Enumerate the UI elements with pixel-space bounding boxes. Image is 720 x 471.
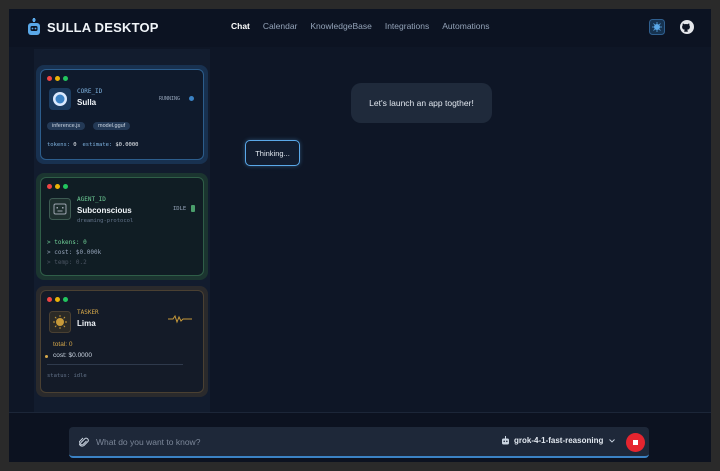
core-status-text: RUNNING [159,96,181,102]
core-id-label: CORE_ID [77,88,103,95]
tasker-id-label: TASKER [77,309,99,316]
nav-item-calendar[interactable]: Calendar [263,21,298,31]
divider [47,364,183,365]
app-title: SULLA DESKTOP [47,19,159,35]
tasker-agent-name: Lima [77,319,96,328]
stat-cost: > cost: $0.000k [47,249,102,256]
tasker-status-line: status: idle [47,373,87,379]
subconscious-status-text: IDLE [173,206,187,212]
chat-input-placeholder[interactable]: What do you want to know? [96,437,200,447]
tag-inference: inference.js [47,122,86,130]
paperclip-icon[interactable] [79,436,89,448]
nav-item-automations[interactable]: Automations [442,21,489,31]
github-icon[interactable] [679,19,695,35]
user-message-bubble: Let's launch an app togther! [351,83,492,123]
model-selector[interactable]: grok-4-1-fast-reasoning [501,436,616,445]
tasker-agent-card: TASKER Lima total: 0 cost: $0.0000 statu… [40,290,204,393]
estimate-value: $0.0000 [115,142,139,148]
estimate-label: estimate: [82,142,113,148]
sun-avatar-icon [49,311,71,333]
activity-wave-icon [168,314,192,324]
agent-id-label: AGENT_ID [77,196,106,203]
stop-button[interactable] [626,433,645,452]
core-agent-panel[interactable]: CORE_ID Sulla RUNNING inference.js model… [36,65,208,164]
tasker-total: total: 0 [53,341,73,348]
core-agent-card: CORE_ID Sulla RUNNING inference.js model… [40,69,204,160]
tag-model: model.gguf [93,122,131,130]
window-dots [47,184,68,189]
tasker-agent-panel[interactable]: TASKER Lima total: 0 cost: $0.0000 statu… [36,286,208,397]
window-dots [47,297,68,302]
main-nav: Chat Calendar KnowledgeBase Integrations… [231,21,490,31]
model-name: grok-4-1-fast-reasoning [514,436,604,445]
subconscious-stats: > tokens: 0 > cost: $0.000k > temp: 0.2 [47,238,101,268]
agent-sidebar: CORE_ID Sulla RUNNING inference.js model… [34,49,210,412]
subconscious-agent-name: Subconscious [77,206,132,215]
stat-temp: > temp: 0.2 [47,259,87,266]
subconscious-agent-panel[interactable]: AGENT_ID Subconscious dreaming-protocol … [36,173,208,280]
bullet-icon [45,355,48,358]
status-indicator-icon [191,205,195,212]
stat-tokens: > tokens: 0 [47,239,87,246]
robot-model-icon [502,436,509,445]
app-window: SULLA DESKTOP Chat Calendar KnowledgeBas… [9,9,711,462]
subconscious-agent-card: AGENT_ID Subconscious dreaming-protocol … [40,177,204,276]
nav-item-knowledgebase[interactable]: KnowledgeBase [310,21,371,31]
app-logo[interactable]: SULLA DESKTOP [27,18,159,36]
chevron-down-icon [609,438,616,443]
stop-icon [633,440,638,445]
core-avatar-icon [49,88,71,110]
tasker-cost: cost: $0.0000 [53,352,93,359]
thinking-text: Thinking... [255,148,290,158]
tokens-value: 0 [73,142,77,148]
user-message-text: Let's launch an app togther! [369,98,474,108]
core-agent-name: Sulla [77,98,97,107]
core-usage-row: tokens: 0 estimate: $0.0000 [47,142,139,148]
sulla-icon[interactable] [649,19,665,35]
nav-item-chat[interactable]: Chat [231,21,250,31]
nav-item-integrations[interactable]: Integrations [385,21,429,31]
robot-face-icon [49,198,71,220]
assistant-thinking-bubble: Thinking... [245,140,300,166]
status-indicator-icon [189,96,194,101]
tokens-label: tokens: [47,142,71,148]
top-bar: SULLA DESKTOP Chat Calendar KnowledgeBas… [9,9,711,47]
chat-input-bar[interactable]: What do you want to know? grok-4-1-fast-… [69,427,649,458]
window-dots [47,76,68,81]
robot-logo-icon [28,18,40,35]
composer-area: What do you want to know? grok-4-1-fast-… [9,412,711,462]
agent-subtitle: dreaming-protocol [77,218,134,224]
